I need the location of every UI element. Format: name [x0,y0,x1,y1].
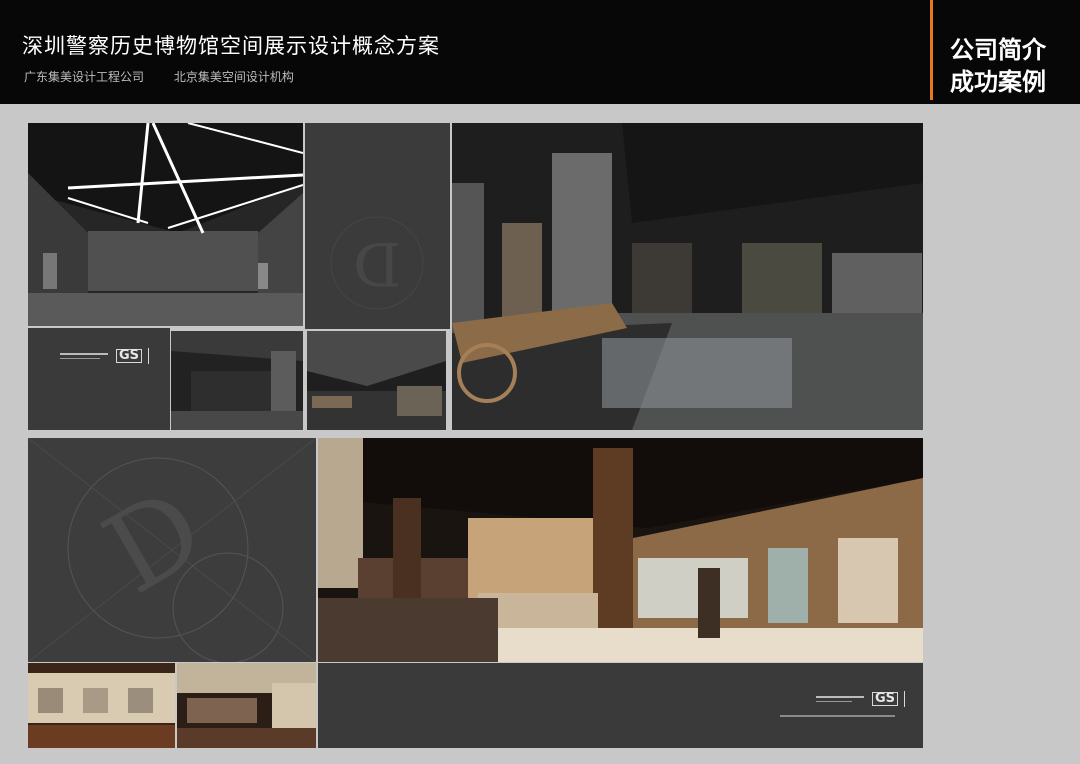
company-name-mirrored [60,353,108,359]
company-name-guangdong: 广东集美设计工程公司 [24,70,145,84]
gs-logo-mark-bottom: GS [872,692,899,706]
photo-historical-hall [318,438,923,662]
logo-watermark-panel: D [305,123,450,329]
subtitle: 广东集美设计工程公司 北京集美空间设计机构 [24,68,320,85]
page-title: 深圳警察历史博物馆空间展示设计概念方案 [22,34,440,58]
company-name-beijing: 北京集美空间设计机构 [173,70,294,84]
logo-panel-top: GS [28,328,170,430]
photo-white-lights-hall [28,123,303,326]
photo-wagon-exhibit-hall [452,123,923,430]
logo-divider-bottom [904,691,906,707]
address-line-mirrored [780,715,895,717]
header-bar: 深圳警察历史博物馆空间展示设计概念方案 广东集美设计工程公司 北京集美空间设计机… [0,0,1080,104]
company-name-mirrored-bottom [816,696,864,702]
emblem-sketch-panel: D [28,438,316,662]
photo-corridor [171,331,303,430]
logo-divider [148,348,150,364]
emblem-letter: D [353,228,401,298]
logo-panel-bottom: GS [318,663,923,748]
photo-gallery-walls [28,663,175,748]
accent-divider [930,0,933,100]
photo-dark-gallery [177,663,316,748]
company-logo-bottom: GS [816,691,906,707]
company-logo: GS [60,348,150,364]
gs-logo-mark: GS [116,349,143,363]
section-title-line2: 成功案例 [950,68,1046,96]
photo-diorama [307,331,446,430]
section-title: 公司简介 成功案例 [950,34,1046,98]
section-title-line1: 公司简介 [950,36,1046,64]
